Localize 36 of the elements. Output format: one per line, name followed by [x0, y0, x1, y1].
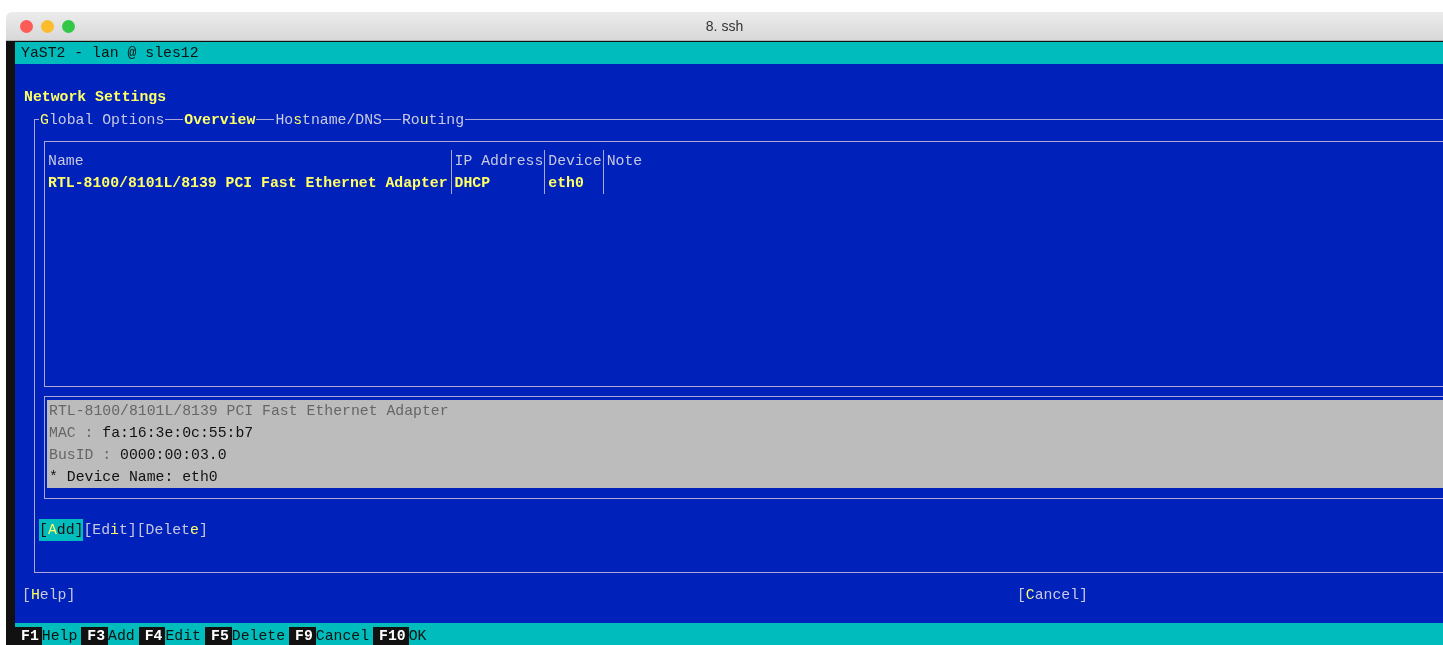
maximize-icon[interactable] [62, 19, 75, 33]
dialog-heading: Network Settings [24, 88, 167, 107]
column-header: IP Address [450, 150, 545, 172]
function-key-label[interactable]: Cancel [315, 627, 374, 645]
column-header: Note [602, 150, 645, 172]
function-key: F10 [373, 627, 409, 645]
action-button[interactable]: [Add] [39, 519, 84, 541]
function-key-label[interactable]: Edit [165, 627, 205, 645]
function-key: F4 [138, 627, 166, 645]
action-button[interactable]: [Edit] [83, 519, 137, 541]
details-title: RTL-8100/8101L/8139 PCI Fast Ethernet Adapter [49, 402, 450, 421]
terminal-title: YaST2 - lan @ sles12 [15, 42, 1443, 64]
field-value: 0000:00:03.0 [120, 447, 227, 463]
column-header: Device [544, 150, 603, 172]
table-cell[interactable]: eth0 [544, 172, 603, 194]
window-title: 8. ssh [705, 17, 744, 36]
field-value: fa:16:3e:0c:55:b7 [102, 425, 254, 441]
bullet-text: * Device Name: eth0 [49, 469, 218, 485]
action-button[interactable]: [Delete] [136, 519, 208, 541]
function-key-label[interactable]: Help [41, 627, 82, 645]
function-key: F1 [15, 627, 42, 645]
function-key-label[interactable]: OK [408, 627, 431, 645]
table-cell[interactable]: DHCP [450, 172, 545, 194]
minimize-icon[interactable] [41, 19, 54, 33]
help-button[interactable]: [Help] [22, 584, 76, 606]
field-label: BusID : [49, 447, 112, 463]
column-header: Name [48, 152, 85, 171]
function-key: F9 [289, 627, 316, 645]
field-label: MAC : [49, 425, 94, 441]
function-key: F3 [81, 627, 109, 645]
function-key-label[interactable]: Delete [231, 627, 290, 645]
function-key: F5 [205, 627, 232, 645]
table-cell[interactable]: RTL-8100/8101L/8139 PCI Fast Ethernet Adapter [48, 172, 451, 194]
function-key-label[interactable]: Add [108, 627, 139, 645]
close-icon[interactable] [20, 19, 33, 33]
cancel-button[interactable]: [Cancel] [1016, 584, 1088, 606]
